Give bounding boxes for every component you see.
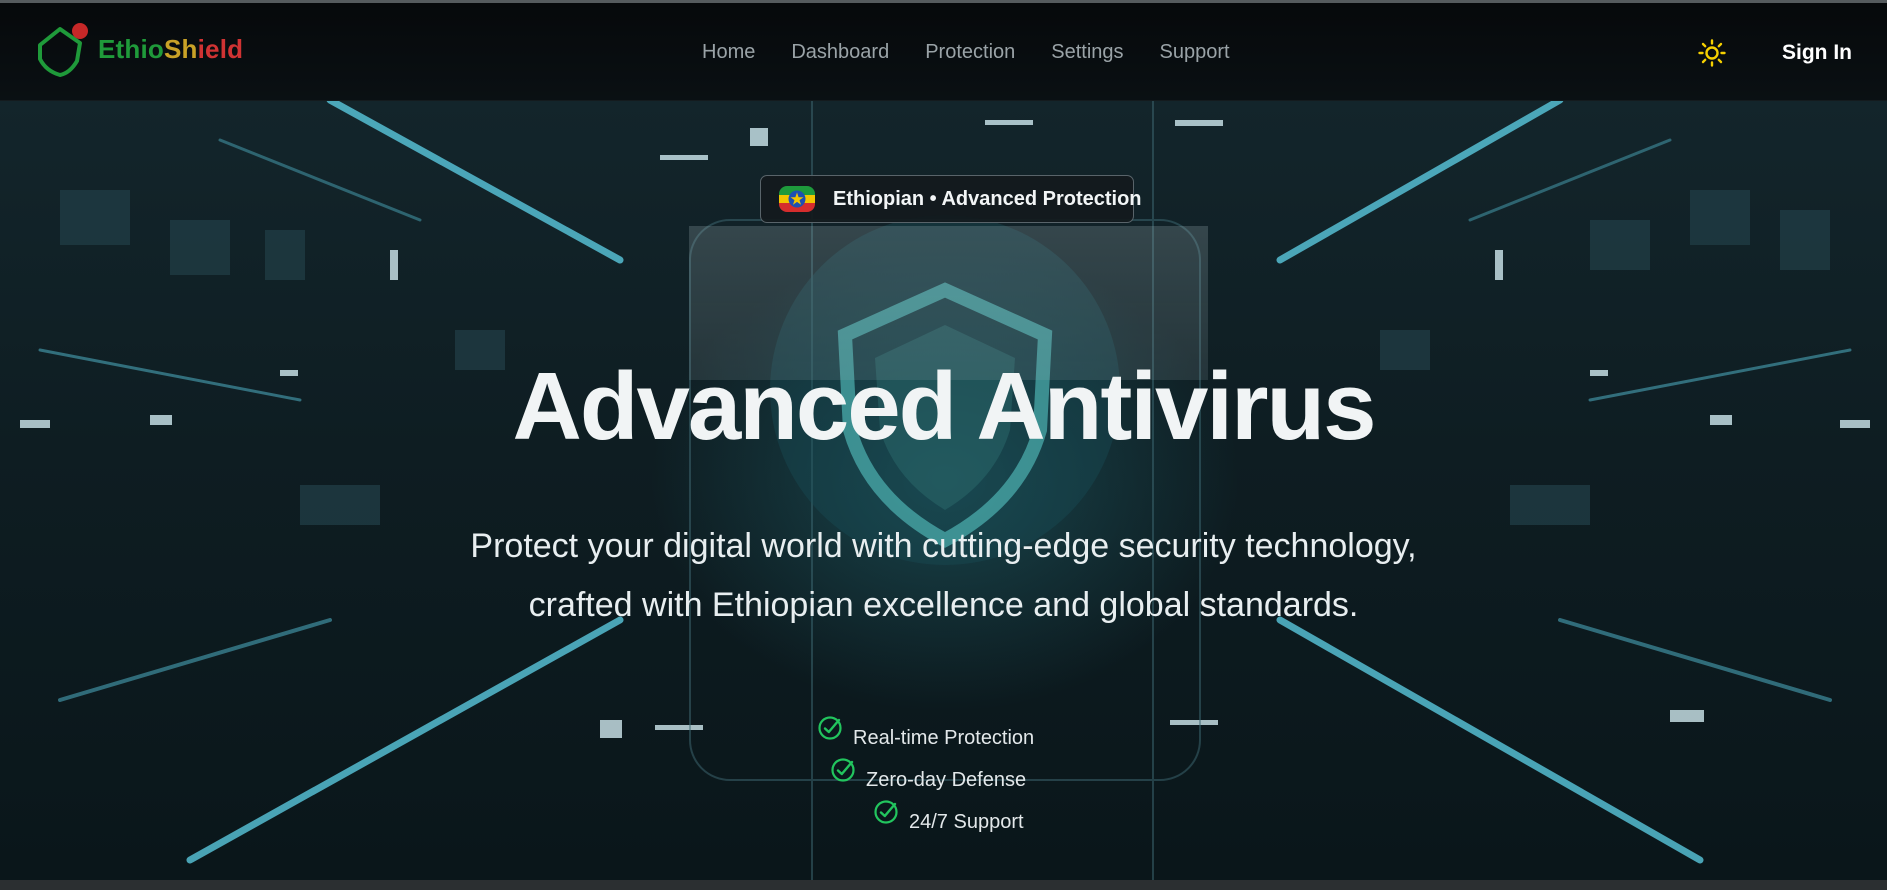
check-circle-icon	[874, 800, 898, 824]
brand-name-part-sh: Sh	[164, 33, 198, 64]
brand-name-part-ethio: Ethio	[98, 33, 164, 64]
nav-links: Home Dashboard Protection Settings Suppo…	[702, 41, 1266, 64]
feature-item-support: 24/7 Support	[873, 799, 1024, 833]
hero-subtitle: Protect your digital world with cutting-…	[0, 517, 1887, 635]
feature-label: Real-time Protection	[853, 727, 1035, 749]
nav-link-protection[interactable]: Protection	[925, 41, 1015, 64]
nav-link-home[interactable]: Home	[702, 41, 755, 64]
ethiopian-flag-icon	[779, 186, 815, 212]
top-navbar: EthioShield Home Dashboard Protection Se…	[0, 3, 1887, 101]
window-bottom-bar	[0, 880, 1887, 890]
sun-icon[interactable]	[1698, 39, 1726, 67]
feature-item-realtime: Real-time Protection	[817, 715, 1034, 749]
check-circle-icon	[831, 758, 855, 782]
feature-item-zeroday: Zero-day Defense	[830, 757, 1026, 791]
brand-name-part-ield: ield	[197, 33, 244, 64]
hero-subtitle-line-1: Protect your digital world with cutting-…	[470, 527, 1417, 565]
feature-label: Zero-day Defense	[866, 769, 1027, 791]
brand-logo-link[interactable]: EthioShield	[36, 21, 243, 77]
hero-title: Advanced Antivirus	[512, 353, 1377, 460]
hero-badge: Ethiopian • Advanced Protection	[760, 175, 1142, 223]
check-circle-icon	[818, 716, 842, 740]
nav-link-support[interactable]: Support	[1160, 41, 1230, 64]
hero-badge-text: Ethiopian • Advanced Protection	[833, 187, 1142, 210]
sign-in-button[interactable]: Sign In	[1782, 41, 1852, 65]
shield-logo-icon	[36, 21, 88, 77]
nav-link-settings[interactable]: Settings	[1051, 41, 1123, 64]
brand-name: EthioShield	[98, 34, 243, 65]
hero-subtitle-line-2: crafted with Ethiopian excellence and gl…	[528, 586, 1359, 624]
feature-label: 24/7 Support	[909, 811, 1024, 833]
nav-link-dashboard[interactable]: Dashboard	[791, 41, 889, 64]
